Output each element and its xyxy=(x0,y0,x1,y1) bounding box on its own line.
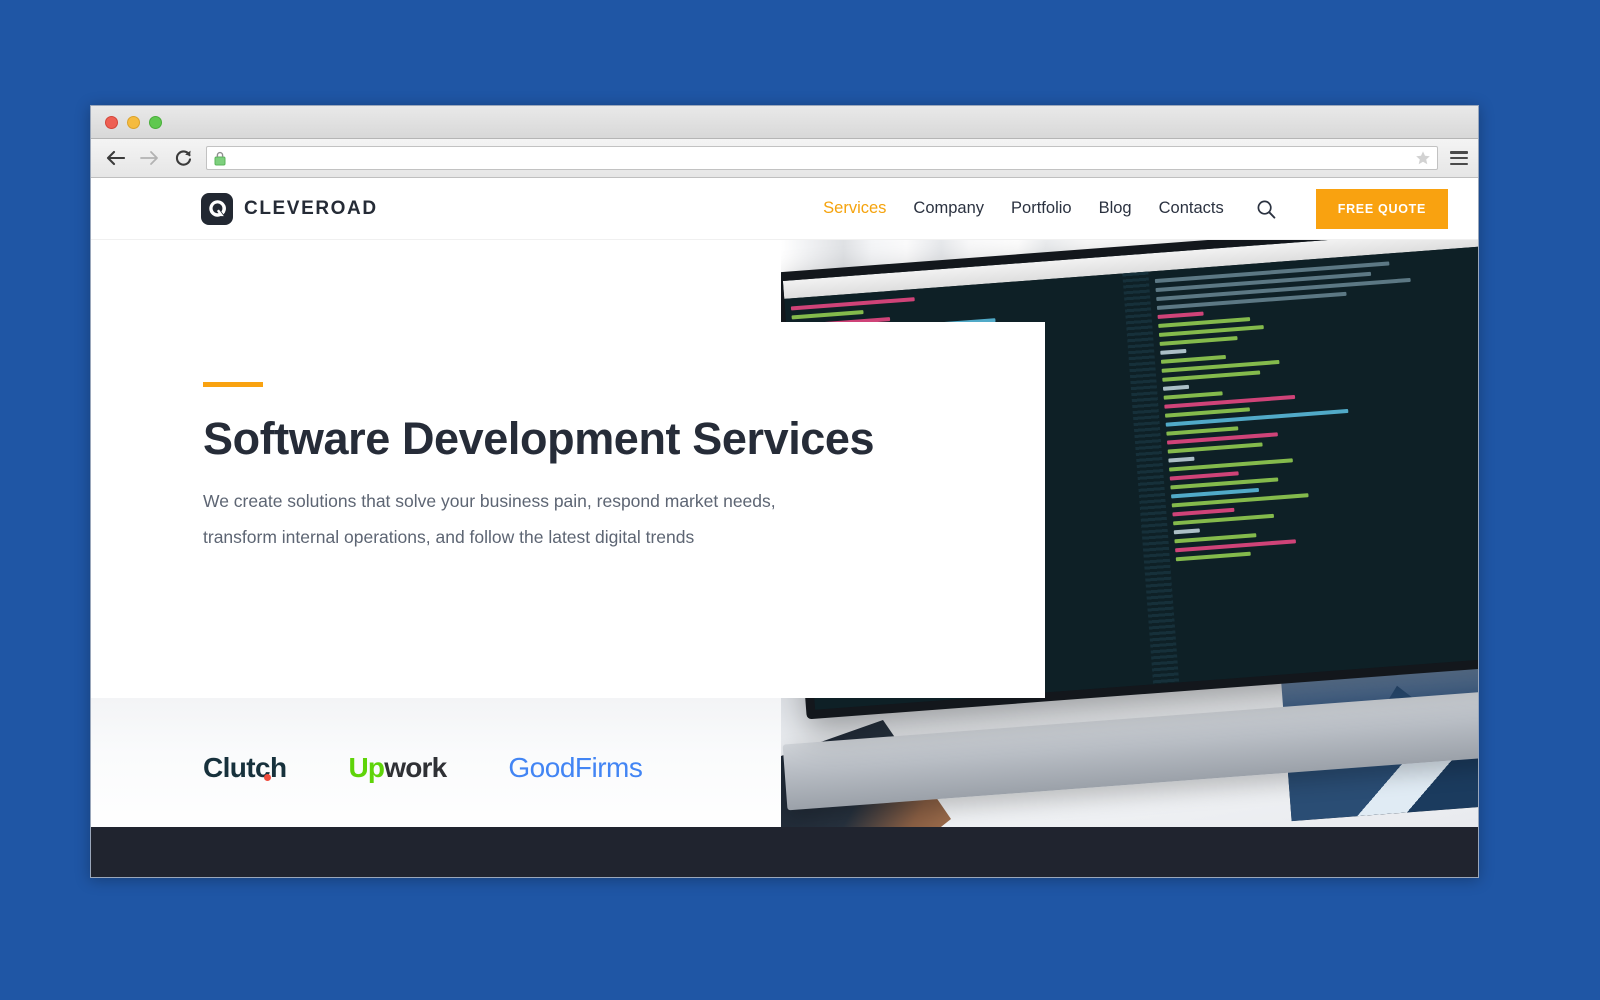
code-pane-right xyxy=(1148,246,1478,682)
site-header: CLEVEROAD Services Company Portfolio Blo… xyxy=(91,178,1478,240)
close-window-button[interactable] xyxy=(105,115,118,129)
upwork-logo[interactable]: Upwork xyxy=(348,752,448,784)
browser-toolbar xyxy=(91,139,1478,178)
nav-item-company[interactable]: Company xyxy=(913,199,984,218)
minimize-window-button[interactable] xyxy=(127,115,140,129)
partner-logos-strip: Clutch Upwork GoodFirms xyxy=(91,698,781,838)
browser-titlebar xyxy=(91,106,1478,139)
upwork-logo-text-work: work xyxy=(384,752,447,783)
goodfirms-logo[interactable]: GoodFirms xyxy=(508,752,642,784)
free-quote-button[interactable]: FREE QUOTE xyxy=(1315,188,1448,229)
search-icon[interactable] xyxy=(1253,196,1279,222)
nav-item-portfolio[interactable]: Portfolio xyxy=(1011,199,1072,218)
nav-item-services[interactable]: Services xyxy=(823,199,886,218)
hero-subtitle-line-2: transform internal operations, and follo… xyxy=(203,527,695,548)
clutch-logo-text: Clutch xyxy=(203,752,287,783)
clutch-logo[interactable]: Clutch xyxy=(203,752,287,784)
secure-lock-icon xyxy=(213,151,227,166)
site-footer-bar xyxy=(91,827,1478,877)
reload-icon[interactable] xyxy=(172,147,194,169)
hero-accent-bar xyxy=(203,382,263,387)
goodfirms-logo-text: GoodFirms xyxy=(508,752,643,783)
hero-subtitle: We create solutions that solve your busi… xyxy=(203,484,943,556)
hamburger-menu-icon[interactable] xyxy=(1450,151,1468,165)
cleveroad-logo-icon xyxy=(201,192,233,225)
maximize-window-button[interactable] xyxy=(149,115,162,129)
window-controls xyxy=(105,115,162,129)
forward-arrow-icon xyxy=(138,147,160,169)
browser-window: Software Development Services We create … xyxy=(90,105,1479,878)
nav-item-blog[interactable]: Blog xyxy=(1099,199,1132,218)
address-bar[interactable] xyxy=(206,146,1438,170)
page-title: Software Development Services xyxy=(203,413,875,464)
brand-logo[interactable]: CLEVEROAD xyxy=(201,192,378,225)
upwork-logo-text-up: Up xyxy=(348,752,386,783)
star-icon[interactable] xyxy=(1415,150,1431,166)
main-navigation: Services Company Portfolio Blog Contacts… xyxy=(823,188,1448,229)
hero-content-card: Software Development Services We create … xyxy=(91,322,1045,698)
brand-name: CLEVEROAD xyxy=(244,197,378,219)
page-viewport: Software Development Services We create … xyxy=(91,178,1478,877)
hero-subtitle-line-1: We create solutions that solve your busi… xyxy=(203,491,776,512)
url-input[interactable] xyxy=(233,151,1409,165)
nav-item-contacts[interactable]: Contacts xyxy=(1159,199,1224,218)
back-arrow-icon[interactable] xyxy=(104,147,126,169)
clutch-dot-icon xyxy=(264,774,271,781)
